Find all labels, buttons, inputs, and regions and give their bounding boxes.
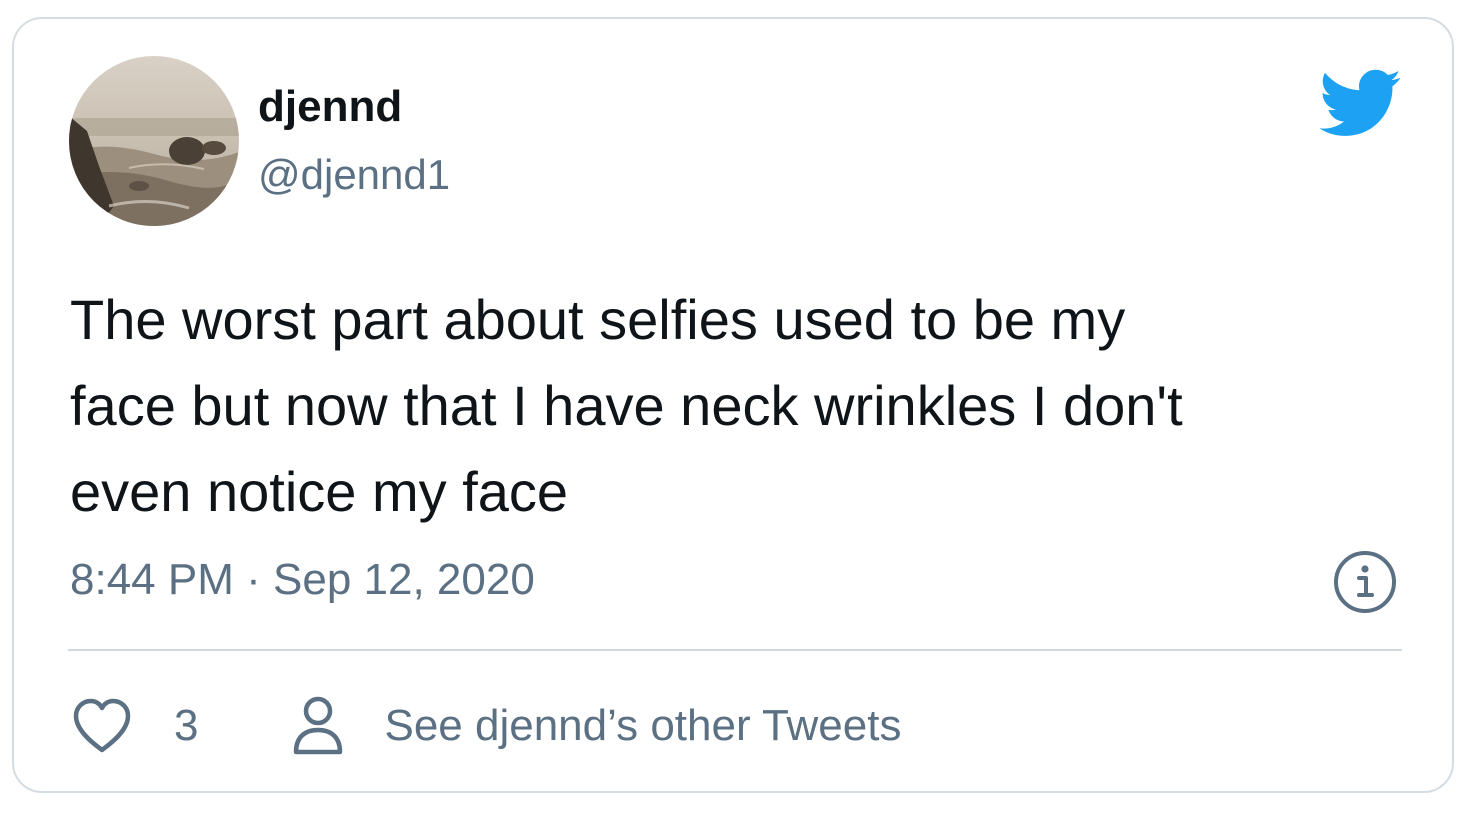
tweet-date[interactable]: Sep 12, 2020 — [273, 555, 535, 604]
see-other-tweets-link[interactable]: See djennd’s other Tweets — [384, 701, 901, 751]
display-name[interactable]: djennd — [258, 81, 402, 133]
divider — [68, 649, 1402, 651]
meta-separator: · — [246, 555, 261, 604]
twitter-bird-icon[interactable] — [1316, 67, 1402, 137]
info-icon[interactable] — [1332, 549, 1398, 615]
tweet-timestamp[interactable]: 8:44 PM · Sep 12, 2020 — [70, 552, 535, 608]
tweet-time[interactable]: 8:44 PM — [70, 555, 234, 604]
user-icon[interactable] — [290, 694, 346, 758]
like-count[interactable]: 3 — [174, 701, 198, 751]
tweet-text: The worst part about selfies used to be … — [70, 288, 1183, 523]
heart-icon[interactable] — [70, 696, 134, 756]
user-handle[interactable]: @djennd1 — [258, 149, 450, 201]
tweet-actions: 3 See djennd’s other Tweets — [70, 691, 901, 761]
avatar[interactable] — [69, 56, 239, 226]
tweet-card[interactable]: djennd @djennd1 The worst part about sel… — [12, 17, 1454, 793]
